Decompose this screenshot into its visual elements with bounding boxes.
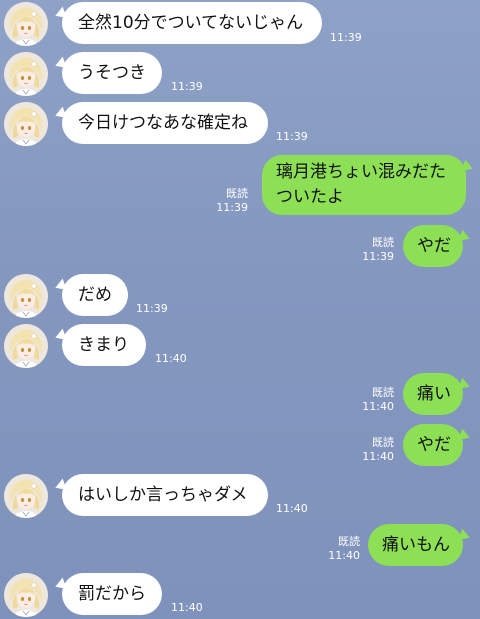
message-meta: 既読 11:40 [362,436,394,464]
message-bubble[interactable]: だめ [62,274,128,316]
message-bubble[interactable]: 痛いもん [368,524,463,566]
message-meta: 11:40 [155,352,187,366]
message-row: うそつき 11:39 [0,52,480,96]
message-time: 11:40 [362,400,394,413]
avatar[interactable] [4,2,48,46]
message-text: 痛いもん [382,535,450,555]
message-bubble[interactable]: きまり [62,324,146,366]
message-bubble[interactable]: 今日けつなあな確定ね [62,102,268,144]
message-time: 11:40 [276,502,308,515]
avatar[interactable] [4,324,48,368]
message-row: 既読 11:40 やだ [0,424,480,468]
message-bubble[interactable]: 全然10分でついてないじゃん [62,2,322,44]
message-bubble[interactable]: やだ [403,424,463,466]
message-text: 痛い [417,384,451,404]
message-row: 全然10分でついてないじゃん 11:39 [0,2,480,46]
message-time: 11:40 [171,601,203,614]
message-text: 全然10分でついてないじゃん [78,13,304,33]
message-time: 11:39 [171,80,203,93]
message-text: うそつき [78,63,146,83]
read-receipt: 既読 [372,386,394,399]
message-text: やだ [417,236,451,256]
message-text: 璃月港ちょい混みだた ついたよ [276,162,446,207]
message-time: 11:39 [362,250,394,263]
message-text: きまり [78,335,129,355]
read-receipt: 既読 [372,236,394,249]
message-bubble[interactable]: 痛い [403,373,463,415]
message-row: 今日けつなあな確定ね 11:39 [0,102,480,146]
message-bubble[interactable]: はいしか言っちゃダメ [62,474,268,516]
message-time: 11:40 [328,549,360,562]
message-text: 罰だから [78,584,146,604]
chat-area[interactable]: 全然10分でついてないじゃん 11:39 うそつき 11:39 今日けつなあな確… [0,0,480,619]
message-bubble[interactable]: うそつき [62,52,162,94]
message-row: 既読 11:39 璃月港ちょい混みだた ついたよ [0,155,480,219]
message-meta: 11:39 [171,80,203,94]
message-text: はいしか言っちゃダメ [78,485,248,505]
read-receipt: 既読 [226,187,248,200]
message-bubble[interactable]: 罰だから [62,573,162,615]
message-row: はいしか言っちゃダメ 11:40 [0,474,480,518]
message-meta: 既読 11:39 [362,236,394,264]
avatar[interactable] [4,573,48,617]
message-text: 今日けつなあな確定ね [78,113,248,133]
message-row: 既読 11:39 やだ [0,225,480,269]
message-text: だめ [78,285,112,305]
message-bubble[interactable]: やだ [403,225,463,267]
message-time: 11:39 [330,31,362,44]
message-row: だめ 11:39 [0,274,480,318]
read-receipt: 既読 [338,535,360,548]
read-receipt: 既読 [372,436,394,449]
message-row: 既読 11:40 痛い [0,373,480,417]
message-time: 11:40 [155,352,187,365]
avatar[interactable] [4,52,48,96]
message-time: 11:39 [136,302,168,315]
message-row: 罰だから 11:40 [0,573,480,617]
message-row: 既読 11:40 痛いもん [0,524,480,568]
avatar[interactable] [4,474,48,518]
message-time: 11:40 [362,450,394,463]
message-meta: 既読 11:40 [362,386,394,414]
message-meta: 11:39 [330,31,362,45]
message-meta: 11:39 [136,302,168,316]
message-time: 11:39 [216,201,248,214]
message-row: きまり 11:40 [0,324,480,368]
message-meta: 11:40 [171,601,203,615]
message-meta: 11:40 [276,502,308,516]
message-meta: 11:39 [276,130,308,144]
message-text: やだ [417,435,451,455]
message-meta: 既読 11:39 [216,187,248,215]
message-bubble[interactable]: 璃月港ちょい混みだた ついたよ [262,155,466,215]
message-time: 11:39 [276,130,308,143]
avatar[interactable] [4,102,48,146]
avatar[interactable] [4,274,48,318]
message-meta: 既読 11:40 [328,535,360,563]
